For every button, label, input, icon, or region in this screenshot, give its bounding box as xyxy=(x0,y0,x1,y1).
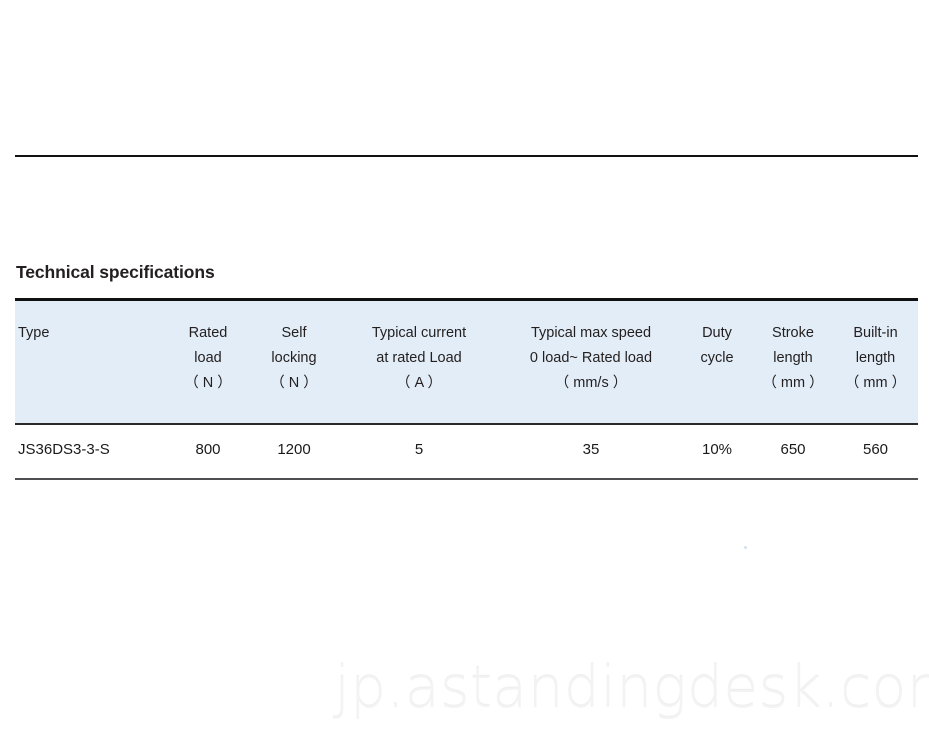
table-header: Type Rated load （ N ） Self locking （ N ）… xyxy=(15,297,918,425)
column-header-unit: （ mm ） xyxy=(762,374,824,391)
column-header-typical-max-speed: Typical max speed 0 load~ Rated load （ m… xyxy=(501,297,681,425)
cell-self-locking: 1200 xyxy=(251,423,337,480)
column-header-line: Type xyxy=(18,325,50,341)
column-header-unit: （ N ） xyxy=(270,374,318,391)
column-header-line: Built-in xyxy=(853,325,898,341)
column-header-line: Rated xyxy=(188,325,228,341)
column-header-line: Self xyxy=(281,325,307,341)
column-header-unit: （ mm/s ） xyxy=(554,374,628,391)
column-header-unit: （ A ） xyxy=(396,374,442,391)
column-header-line: 0 load~ Rated load xyxy=(529,349,653,366)
column-header-line: at rated Load xyxy=(376,349,462,366)
column-header-line: Typical current xyxy=(371,325,467,341)
site-watermark: jp.astandingdesk.com xyxy=(334,655,929,721)
cell-duty-cycle: 10% xyxy=(681,423,753,480)
cell-typical-max-speed: 35 xyxy=(501,423,681,480)
column-header-line: length xyxy=(855,349,896,366)
table-row: JS36DS3-3-S 800 1200 5 35 10% 650 560 xyxy=(15,423,918,480)
column-header-unit: （ mm ） xyxy=(844,374,907,391)
column-header-line: length xyxy=(773,349,813,366)
column-header-line: cycle xyxy=(700,349,734,366)
column-header-typical-current: Typical current at rated Load （ A ） xyxy=(337,297,501,425)
scan-artifact-dot xyxy=(744,546,747,549)
cell-rated-load: 800 xyxy=(165,423,251,480)
cell-type: JS36DS3-3-S xyxy=(15,423,165,480)
column-header-line: locking xyxy=(271,349,317,366)
column-header-rated-load: Rated load （ N ） xyxy=(165,297,251,425)
column-header-built-in-length: Built-in length （ mm ） xyxy=(833,297,918,425)
column-header-duty-cycle: Duty cycle xyxy=(681,297,753,425)
spec-table: Type Rated load （ N ） Self locking （ N ）… xyxy=(15,297,918,480)
column-header-line: Typical max speed xyxy=(530,325,652,341)
top-divider-rule xyxy=(15,155,918,157)
column-header-line: load xyxy=(194,349,222,366)
column-header-unit: （ N ） xyxy=(184,374,232,391)
technical-specifications-table: Type Rated load （ N ） Self locking （ N ）… xyxy=(15,297,918,480)
column-header-line: Stroke xyxy=(772,325,814,341)
table-body: JS36DS3-3-S 800 1200 5 35 10% 650 560 xyxy=(15,423,918,480)
column-header-stroke-length: Stroke length （ mm ） xyxy=(753,297,833,425)
cell-stroke-length: 650 xyxy=(753,423,833,480)
cell-typical-current: 5 xyxy=(337,423,501,480)
column-header-line: Duty xyxy=(702,325,732,341)
column-header-self-locking: Self locking （ N ） xyxy=(251,297,337,425)
cell-built-in-length: 560 xyxy=(833,423,918,480)
document-page: Technical specifications Type Rated load… xyxy=(0,0,929,735)
table-header-row: Type Rated load （ N ） Self locking （ N ）… xyxy=(15,297,918,425)
column-header-type: Type xyxy=(15,297,165,425)
page-title: Technical specifications xyxy=(16,262,215,282)
